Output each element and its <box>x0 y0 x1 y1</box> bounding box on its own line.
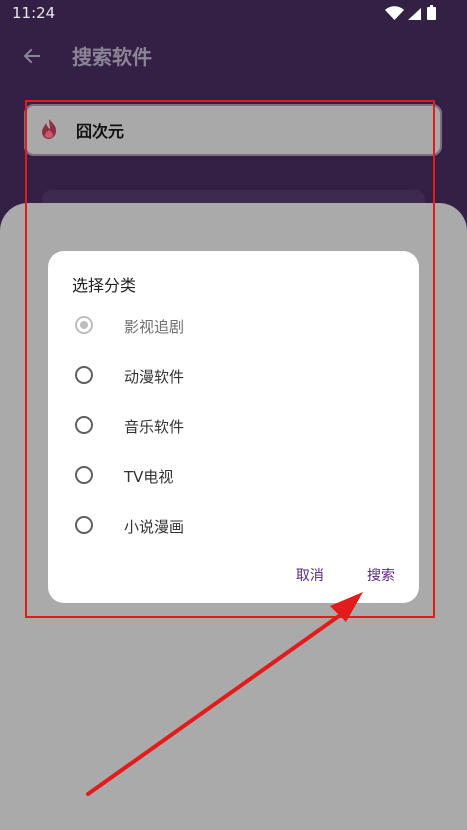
battery-cap-icon <box>430 5 433 7</box>
battery-icon <box>427 7 436 20</box>
status-bar: 11:24 <box>0 0 467 28</box>
page-title: 搜索软件 <box>72 45 152 69</box>
annotation-highlight-box <box>25 100 435 618</box>
signal-icon <box>408 8 421 20</box>
back-arrow-path <box>23 48 40 64</box>
status-icons <box>383 4 441 22</box>
status-icons-svg <box>385 5 436 20</box>
back-arrow-svg <box>23 48 40 64</box>
wifi-icon <box>385 6 404 20</box>
back-arrow-icon[interactable] <box>20 44 44 68</box>
app-bar: 搜索软件 <box>0 28 467 84</box>
status-time: 11:24 <box>12 4 56 22</box>
